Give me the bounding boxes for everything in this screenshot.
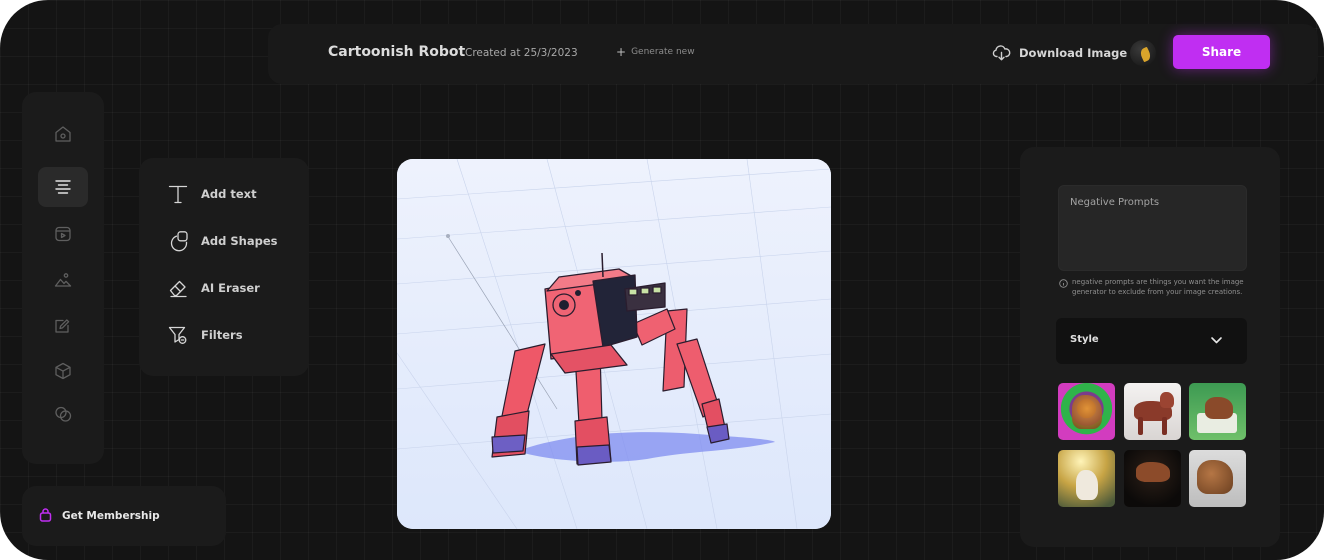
generate-new-label: Generate new bbox=[631, 47, 695, 57]
image-icon bbox=[54, 273, 72, 287]
shapes-icon bbox=[55, 406, 72, 422]
app-window: Cartoonish Robot Created at 25/3/2023 + … bbox=[0, 0, 1324, 560]
membership-label: Get Membership bbox=[62, 510, 160, 522]
cube-icon bbox=[55, 362, 71, 380]
plus-icon: + bbox=[616, 44, 627, 59]
get-membership-button[interactable]: Get Membership bbox=[22, 486, 226, 546]
cloud-download-icon bbox=[992, 45, 1011, 61]
add-text-label: Add text bbox=[201, 187, 257, 201]
text-icon bbox=[168, 185, 188, 204]
info-icon bbox=[1059, 279, 1068, 288]
sidebar-item-image[interactable] bbox=[38, 260, 88, 300]
add-shapes-tool[interactable]: Add Shapes bbox=[167, 230, 277, 252]
membership-icon bbox=[39, 508, 52, 522]
sidebar-item-media[interactable] bbox=[38, 214, 88, 254]
style-dropdown[interactable]: Style bbox=[1056, 318, 1247, 364]
tools-panel: Add text Add Shapes AI Eraser Filters bbox=[139, 158, 309, 376]
share-button[interactable]: Share bbox=[1173, 35, 1270, 69]
generate-new-button[interactable]: + Generate new bbox=[616, 44, 695, 59]
negative-prompts-input[interactable]: Negative Prompts bbox=[1058, 185, 1247, 271]
generated-robot-image bbox=[397, 159, 831, 529]
edit-icon bbox=[55, 319, 70, 333]
eraser-icon bbox=[169, 280, 187, 298]
sidebar-item-edit[interactable] bbox=[38, 306, 88, 346]
created-date: Created at 25/3/2023 bbox=[465, 47, 578, 59]
avatar[interactable] bbox=[1130, 40, 1156, 66]
sidebar-item-shapes[interactable] bbox=[38, 394, 88, 434]
sidebar-rail bbox=[22, 92, 104, 464]
add-text-tool[interactable]: Add text bbox=[167, 183, 257, 205]
project-title[interactable]: Cartoonish Robot bbox=[328, 44, 465, 60]
add-shapes-label: Add Shapes bbox=[201, 234, 278, 248]
style-thumbnail-2[interactable] bbox=[1124, 383, 1181, 440]
negative-prompts-hint: negative prompts are things you want the… bbox=[1059, 278, 1254, 297]
filters-tool[interactable]: Filters bbox=[167, 324, 243, 346]
media-icon bbox=[55, 226, 71, 242]
filters-label: Filters bbox=[201, 328, 243, 342]
ai-eraser-tool[interactable]: AI Eraser bbox=[167, 277, 260, 299]
download-label: Download Image bbox=[1019, 46, 1128, 60]
filter-icon bbox=[168, 326, 187, 344]
download-image-button[interactable]: Download Image bbox=[992, 45, 1127, 61]
text-align-icon bbox=[55, 180, 71, 194]
negative-prompts-placeholder: Negative Prompts bbox=[1070, 197, 1160, 208]
style-thumbnail-3[interactable] bbox=[1189, 383, 1246, 440]
style-thumbnail-1[interactable] bbox=[1058, 383, 1115, 440]
style-thumbnail-5[interactable] bbox=[1124, 450, 1181, 507]
sidebar-item-3d[interactable] bbox=[38, 351, 88, 391]
sidebar-item-home[interactable] bbox=[38, 114, 88, 154]
chevron-down-icon bbox=[1211, 337, 1222, 344]
ai-eraser-label: AI Eraser bbox=[201, 281, 260, 295]
sidebar-item-text[interactable] bbox=[38, 167, 88, 207]
hint-text: negative prompts are things you want the… bbox=[1072, 278, 1244, 296]
image-canvas[interactable] bbox=[397, 159, 831, 529]
style-label: Style bbox=[1070, 334, 1099, 345]
style-thumbnail-6[interactable] bbox=[1189, 450, 1246, 507]
shapes-icon bbox=[170, 231, 188, 252]
style-thumbnail-4[interactable] bbox=[1058, 450, 1115, 507]
home-icon bbox=[55, 126, 71, 142]
